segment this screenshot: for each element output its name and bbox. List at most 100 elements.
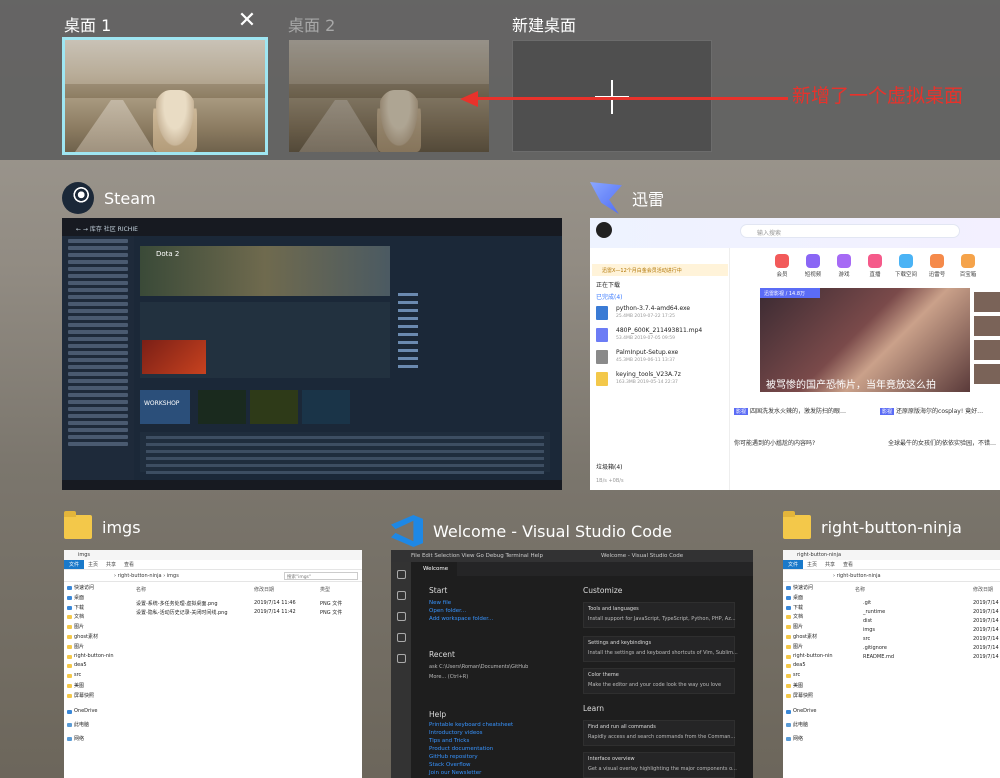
vscode-title-text: Welcome - Visual Studio Code — [433, 521, 672, 541]
video-caption: 被骂惨的国产恐怖片，当年竟放这么拍 — [766, 380, 936, 391]
exe-icon — [596, 306, 608, 320]
wallpaper-person — [153, 90, 197, 152]
help-link: Printable keyboard cheatsheet — [429, 722, 514, 728]
learn-card: Find and run all commands Rapidly access… — [583, 720, 735, 746]
steam-workshop-tile: WORKSHOP — [140, 390, 190, 424]
help-heading: Help — [429, 710, 447, 719]
imgs-window-title[interactable]: imgs — [64, 511, 141, 539]
steam-window-thumbnail[interactable]: ← → 库存 社区 RICHIE Dota 2 WORKSHOP — [62, 218, 562, 490]
ninja-window-thumbnail[interactable]: right-button-ninja 文件 主页 共享 查看 › right-butt… — [783, 550, 1000, 778]
news-item: 你可能遇到的小尴尬的内容吗? — [734, 440, 816, 447]
file-row-name: src — [863, 636, 871, 642]
desktop-1-thumbnail[interactable] — [62, 37, 268, 155]
downloading-section: 正在下载 — [596, 282, 621, 289]
video-tag: 迅雷影视 / 14.8万 — [760, 288, 820, 298]
vscode-tab-bar: Welcome — [411, 562, 753, 576]
new-file-link: New file — [429, 600, 452, 606]
xunlei-window-thumbnail[interactable]: 输入搜索 迅雷X—12个月白金会员活动进行中 正在下载 已完成(4) pytho… — [590, 218, 1000, 490]
customize-heading: Customize — [583, 586, 623, 595]
help-link: Stack Overflow — [429, 762, 471, 768]
recycle-section: 垃圾箱(4) — [596, 464, 623, 471]
ninja-title-text: right-button-ninja — [821, 517, 962, 537]
dota-banner — [142, 340, 206, 374]
steam-footer — [62, 480, 562, 490]
steam-window-title[interactable]: Steam — [62, 182, 156, 214]
address-bar: › right-button-ninja — [783, 570, 1000, 582]
desktop-1-label[interactable]: 桌面 1 — [64, 12, 111, 36]
file-row-date: 2019/7/14 — [973, 636, 999, 642]
imgs-title-text: imgs — [102, 517, 141, 537]
file-row-name: 设置-系统-多任务处理-虚拟桌面.png — [136, 601, 218, 607]
search-input: 搜索"imgs" — [284, 572, 358, 580]
column-header-date: 修改日期 — [973, 587, 994, 593]
steam-workshop-item — [198, 390, 246, 424]
customize-card: Tools and languages Install support for … — [583, 602, 736, 628]
help-link: Introductory videos — [429, 730, 483, 736]
vscode-menu-bar: File Edit Selection View Go Debug Termin… — [391, 550, 753, 562]
steam-workshop-item — [250, 390, 298, 424]
vscode-window-title[interactable]: Welcome - Visual Studio Code — [391, 515, 672, 547]
file-row-date: 2019/7/14 — [973, 654, 999, 660]
learn-heading: Learn — [583, 704, 604, 713]
desktop-2-thumbnail[interactable] — [289, 40, 489, 152]
xunlei-icon — [590, 182, 622, 214]
new-desktop-button[interactable] — [512, 40, 712, 152]
ninja-window-title[interactable]: right-button-ninja — [783, 511, 962, 539]
steam-links-column — [398, 288, 418, 388]
customize-card: Color theme Make the editor and your cod… — [583, 668, 735, 694]
news-item: 影视 四国洗发水火辣的，激发防扫的眼… — [734, 408, 847, 415]
new-desktop-label[interactable]: 新建桌面 — [512, 12, 576, 36]
file-row-type: PNG 文件 — [320, 601, 343, 607]
exe-icon — [596, 350, 608, 364]
xunlei-window-title[interactable]: 迅雷 — [590, 182, 664, 214]
news-item: 全球最牛的女孩们的依依实验园，不错… — [888, 440, 997, 447]
open-folder-link: Open folder... — [429, 608, 467, 614]
welcome-tab: Welcome — [411, 562, 457, 576]
avatar — [596, 222, 612, 238]
start-heading: Start — [429, 586, 448, 595]
explorer-nav-pane: 快速访问 桌面 下载 文档 图片 ghost素材 图片 right-button… — [64, 584, 126, 778]
recent-heading: Recent — [429, 650, 455, 659]
add-workspace-link: Add workspace folder... — [429, 616, 494, 622]
download-item: python-3.7.4-amd64.exe 25.4MB 2019-07-22… — [594, 302, 728, 324]
xunlei-search: 输入搜索 — [740, 224, 960, 238]
video-icon — [596, 328, 608, 342]
column-header-name: 名称 — [855, 587, 866, 593]
steam-library-list — [62, 236, 134, 490]
imgs-window-thumbnail[interactable]: imgs 文件 主页 共享 查看 › right-button-ninja › img… — [64, 550, 362, 778]
file-row-name: .git — [863, 600, 872, 606]
annotation-text: 新增了一个虚拟桌面 — [792, 85, 964, 107]
file-row-date: 2019/7/14 11:46 — [254, 600, 296, 606]
desktop-2-label[interactable]: 桌面 2 — [288, 12, 335, 36]
vscode-window-thumbnail[interactable]: File Edit Selection View Go Debug Termin… — [391, 550, 753, 778]
xunlei-notice: 迅雷X—12个月白金会员活动进行中 — [592, 264, 728, 276]
file-row-name: imgs — [863, 627, 876, 633]
file-row-name: _runtime — [863, 609, 886, 615]
help-link: Tips and Tricks — [429, 738, 470, 744]
file-row-date: 2019/7/14 — [973, 645, 999, 651]
steam-menu-bar: ← → 库存 社区 RICHIE — [62, 218, 562, 236]
file-row-date: 2019/7/14 — [973, 609, 999, 615]
file-row-name: dist — [863, 618, 873, 624]
explorer-ribbon: 文件 主页 共享 查看 — [783, 560, 1000, 570]
virtual-desktop-bar: 桌面 1 ✕ 桌面 2 新建桌面 — [0, 0, 1000, 160]
archive-icon — [596, 372, 608, 386]
steam-game-name: Dota 2 — [156, 250, 180, 258]
recent-more: More... (Ctrl+R) — [429, 674, 469, 680]
xunlei-side-thumbnails — [974, 292, 1000, 388]
help-link: Product documentation — [429, 746, 494, 752]
explorer-nav-pane: 快速访问 桌面 下载 文档 图片 ghost素材 图片 right-button… — [783, 584, 845, 778]
column-header-date: 修改日期 — [254, 587, 275, 593]
close-desktop-icon[interactable]: ✕ — [236, 10, 258, 32]
steam-title-text: Steam — [104, 188, 156, 208]
explorer-ribbon: 文件 主页 共享 查看 — [64, 560, 362, 570]
folder-icon — [64, 511, 92, 539]
customize-card: Settings and keybindings Install the set… — [583, 636, 738, 662]
learn-card: Interface overview Get a visual overlay … — [583, 752, 737, 778]
download-item: keying_tools_V23A.7z 163.3MB 2019-05-14 … — [594, 368, 728, 390]
xunlei-title-text: 迅雷 — [632, 190, 665, 209]
file-row-date: 2019/7/14 11:42 — [254, 609, 296, 615]
download-item: PalmInput-Setup.exe 45.3MB 2019-06-11 13… — [594, 346, 728, 368]
wallpaper-person — [377, 90, 421, 152]
vscode-icon — [391, 515, 423, 547]
